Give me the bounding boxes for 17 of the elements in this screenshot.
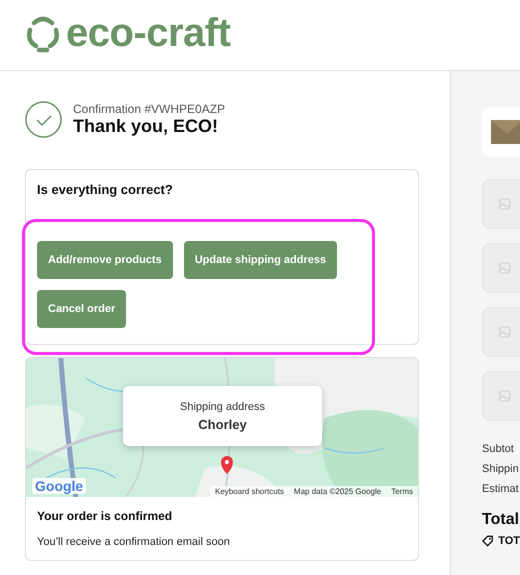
map-logo: Google bbox=[32, 478, 86, 494]
map-link[interactable]: Terms bbox=[386, 486, 418, 497]
discount-label: TOT bbox=[498, 535, 520, 547]
confirmation-number: Confirmation #VWHPE0AZP bbox=[73, 102, 226, 116]
map-link[interactable]: Keyboard shortcuts bbox=[210, 486, 289, 497]
thank-you-title: Thank you, ECO! bbox=[73, 116, 220, 137]
summary-label: Subtot bbox=[482, 443, 515, 455]
map-link[interactable]: Map data ©2025 Google bbox=[288, 486, 386, 497]
total-label: Total bbox=[482, 511, 520, 529]
summary-label: Shippin bbox=[482, 463, 520, 475]
review-title: Is everything correct? bbox=[37, 182, 174, 197]
status-title: Your order is confirmed bbox=[37, 509, 174, 523]
status-text: You’ll receive a confirmation email soon bbox=[37, 536, 231, 548]
logo: eco-craft bbox=[66, 10, 230, 56]
address-city: Chorley bbox=[198, 416, 247, 432]
address-label: Shipping address bbox=[180, 400, 265, 412]
summary-label: Estimat bbox=[482, 483, 520, 495]
